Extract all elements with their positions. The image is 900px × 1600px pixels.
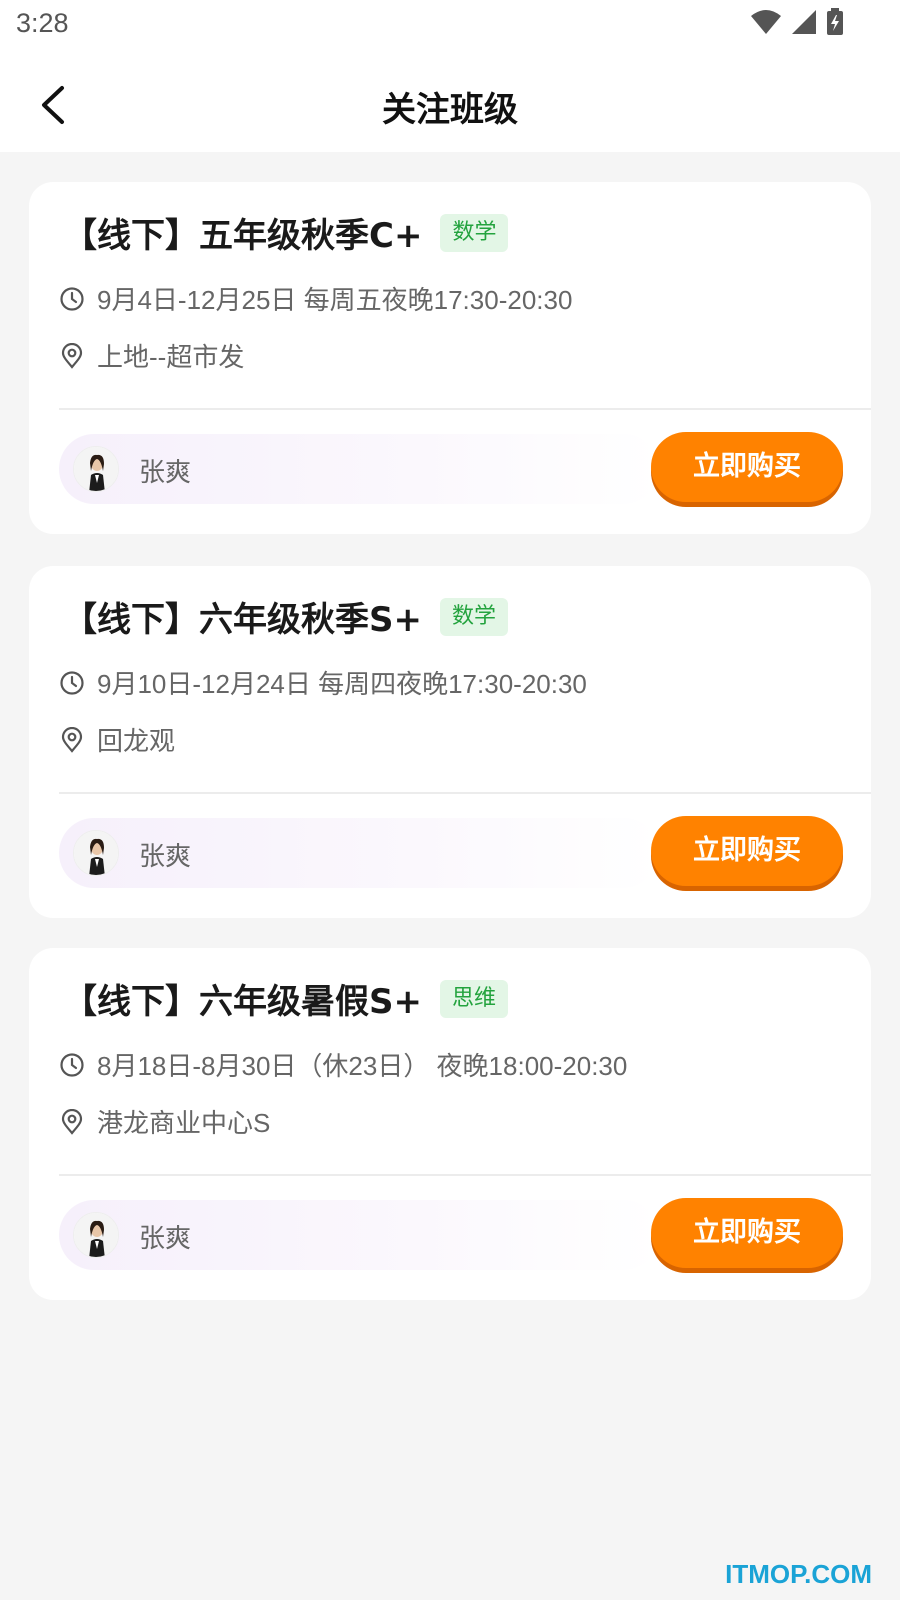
teacher-strip: 张爽: [59, 434, 659, 504]
location-text: 回龙观: [97, 726, 176, 756]
location-row: 上地--超市发: [59, 337, 244, 374]
location-row: 港龙商业中心S: [59, 1103, 270, 1140]
divider: [59, 1174, 871, 1176]
clock-icon: [60, 1052, 84, 1077]
schedule-text: 8月18日-8月30日（休23日） 夜晚18:00-20:30: [97, 1051, 628, 1081]
teacher-name: 张爽: [139, 842, 192, 872]
status-time: 3:28: [16, 8, 69, 38]
nav-bar: 关注班级: [0, 52, 900, 152]
schedule-row: 9月4日-12月25日 每周五夜晚17:30-20:30: [59, 280, 572, 317]
class-title: 【线下】六年级秋季S+: [63, 600, 422, 640]
teacher-strip: 张爽: [59, 818, 659, 888]
buy-now-button[interactable]: 立即购买: [651, 1198, 843, 1268]
watermark: ITMOP.COM: [725, 1559, 872, 1589]
subject-tag: 数学: [440, 213, 509, 252]
location-row: 回龙观: [59, 721, 175, 758]
buy-now-button[interactable]: 立即购买: [651, 816, 843, 886]
class-card[interactable]: 【线下】五年级秋季C+ 数学 9月4日-12月25日 每周五夜晚17:30-20…: [29, 182, 871, 534]
class-title: 【线下】六年级暑假S+: [63, 982, 422, 1022]
teacher-name: 张爽: [139, 458, 192, 488]
location-pin-icon: [61, 342, 83, 369]
divider: [59, 408, 871, 410]
battery-icon: [827, 8, 843, 35]
divider: [59, 792, 871, 794]
status-bar: 3:28: [0, 0, 900, 52]
schedule-text: 9月4日-12月25日 每周五夜晚17:30-20:30: [97, 285, 573, 315]
buy-now-button[interactable]: 立即购买: [651, 432, 843, 502]
page-title: 关注班级: [382, 90, 518, 130]
location-text: 上地--超市发: [97, 342, 245, 372]
subject-tag: 思维: [439, 979, 508, 1018]
clock-icon: [60, 286, 84, 311]
location-pin-icon: [61, 1108, 83, 1135]
class-card[interactable]: 【线下】六年级秋季S+ 数学 9月10日-12月24日 每周四夜晚17:30-2…: [29, 566, 871, 918]
status-icons: [750, 8, 844, 36]
schedule-text: 9月10日-12月24日 每周四夜晚17:30-20:30: [97, 669, 587, 699]
teacher-strip: 张爽: [59, 1200, 659, 1270]
wifi-icon: [751, 10, 781, 34]
subject-tag: 数学: [439, 597, 508, 636]
teacher-avatar: [73, 446, 119, 492]
class-title: 【线下】五年级秋季C+: [63, 216, 423, 256]
teacher-avatar: [73, 830, 119, 876]
teacher-name: 张爽: [139, 1224, 192, 1254]
clock-icon: [60, 670, 84, 695]
location-text: 港龙商业中心S: [97, 1108, 271, 1138]
schedule-row: 8月18日-8月30日（休23日） 夜晚18:00-20:30: [59, 1046, 627, 1083]
teacher-avatar: [73, 1212, 119, 1258]
location-pin-icon: [61, 726, 83, 753]
class-card[interactable]: 【线下】六年级暑假S+ 思维 8月18日-8月30日（休23日） 夜晚18:00…: [29, 948, 871, 1300]
schedule-row: 9月10日-12月24日 每周四夜晚17:30-20:30: [59, 664, 587, 701]
signal-icon: [792, 10, 816, 34]
